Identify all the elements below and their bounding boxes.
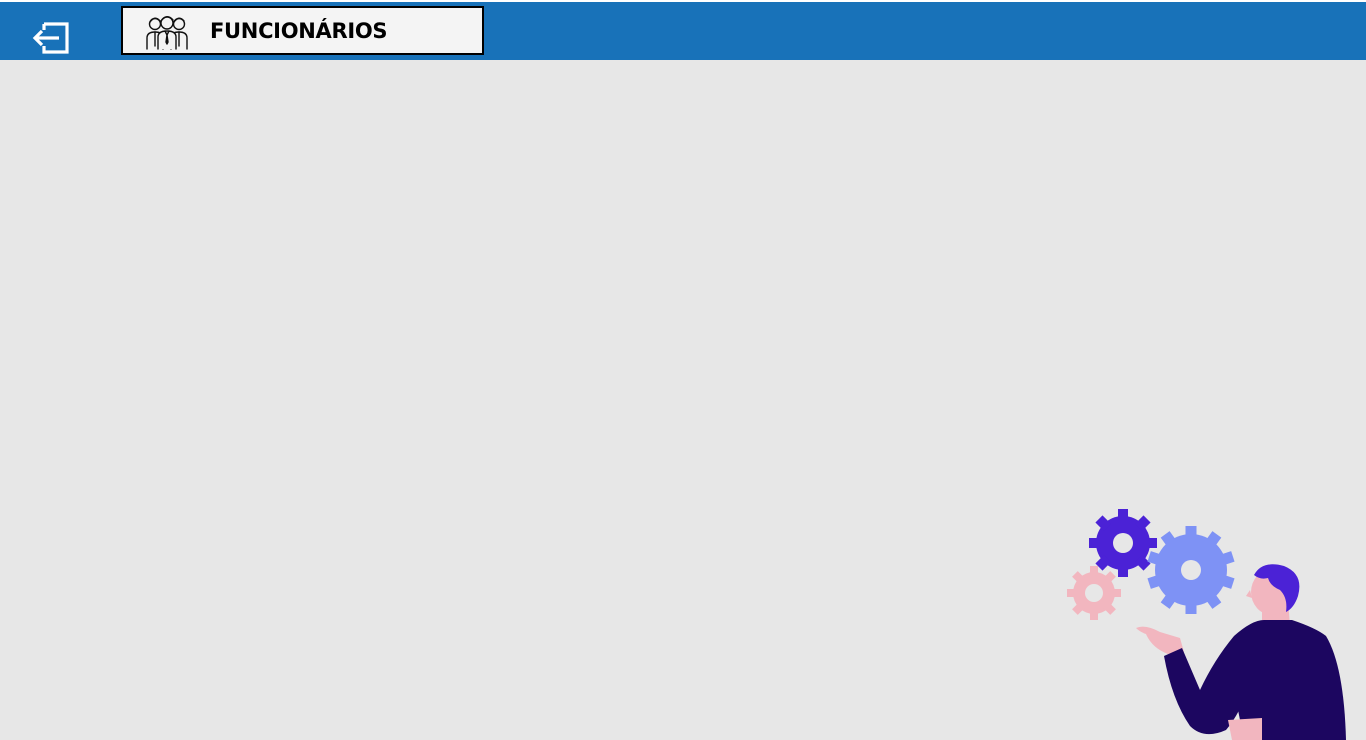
exit-icon xyxy=(32,22,69,54)
employees-group-icon xyxy=(146,16,188,50)
exit-button[interactable] xyxy=(30,16,72,58)
page-title-box: FUNCIONÁRIOS xyxy=(121,6,484,55)
blue-gear-icon xyxy=(1147,526,1235,614)
gears-person-illustration xyxy=(1067,509,1346,740)
page-title: FUNCIONÁRIOS xyxy=(210,19,388,43)
purple-gear-icon xyxy=(1089,509,1157,577)
pink-gear-icon xyxy=(1067,566,1121,620)
